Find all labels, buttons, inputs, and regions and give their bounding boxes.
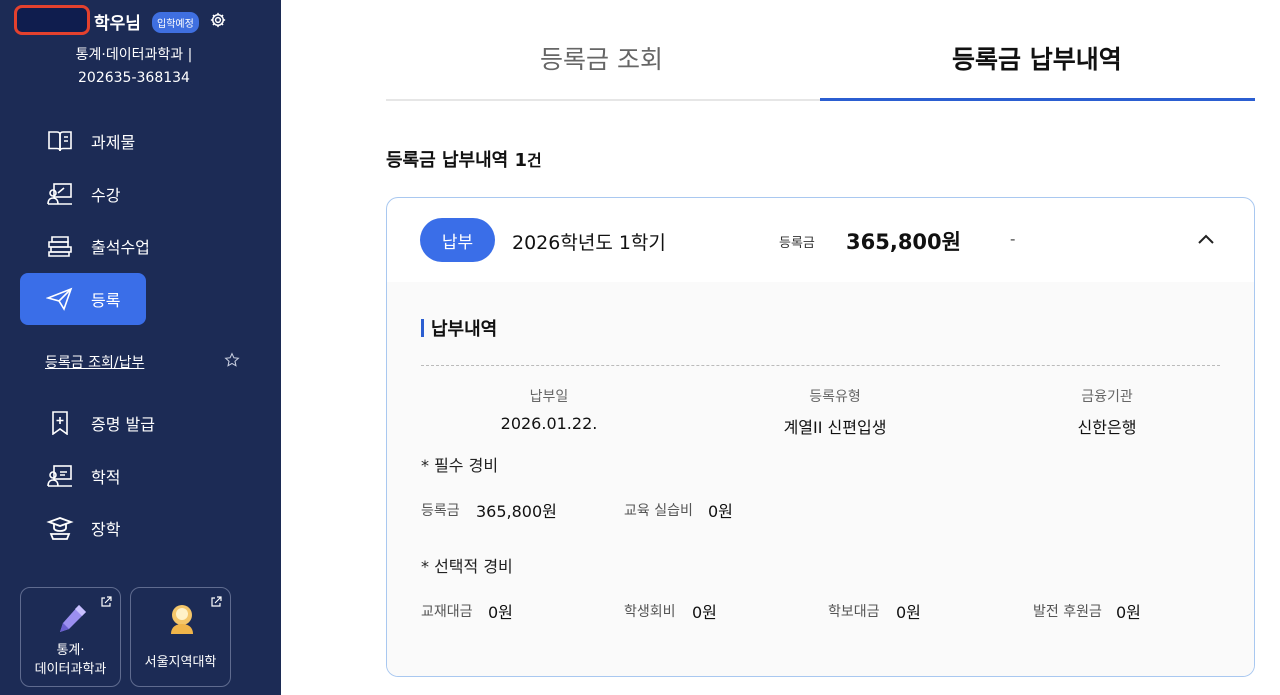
tab-tuition-payment-history[interactable]: 등록금 납부내역 — [952, 40, 1122, 76]
external-link-icon — [101, 596, 112, 607]
optional-fee-value: 0원 — [488, 603, 513, 622]
department-label: 통계·데이터과학과 | — [75, 47, 193, 63]
quick-link-department-label-2: 데이터과학과 — [34, 662, 107, 677]
pencil-icon — [60, 605, 86, 632]
gear-icon[interactable] — [209, 11, 227, 29]
section-marker — [421, 319, 424, 337]
nav-item-scholarship[interactable]: 장학 — [20, 502, 146, 554]
optional-fee-label: 교재대금 — [421, 604, 473, 620]
presentation-icon — [47, 465, 72, 487]
bookmark-plus-icon — [52, 411, 68, 435]
nav-label-scholarship: 장학 — [91, 520, 121, 539]
value-bank: 신한은행 — [1077, 418, 1137, 437]
optional-expense-title: * 선택적 경비 — [421, 557, 513, 576]
status-dash: - — [1010, 230, 1016, 248]
payment-status-badge: 납부 — [420, 218, 495, 262]
value-registration-type: 계열II 신편입생 — [783, 418, 887, 437]
required-fee-label: 교육 실습비 — [624, 503, 693, 519]
value-payment-date: 2026.01.22. — [500, 414, 598, 433]
required-fee-label: 등록금 — [421, 503, 460, 519]
optional-fee-value: 0원 — [1116, 603, 1141, 622]
required-expense-title: * 필수 경비 — [421, 456, 499, 475]
nav-item-registration[interactable]: 등록 — [20, 273, 146, 325]
header-bank: 금융기관 — [1081, 389, 1133, 405]
nav-item-certificate[interactable]: 증명 발급 — [20, 397, 155, 449]
nav-item-enrollment[interactable]: 수강 — [20, 168, 146, 220]
student-number: 202635-368134 — [78, 70, 190, 86]
quick-link-seoul-campus-label: 서울지역대학 — [144, 655, 217, 670]
optional-fee-label: 학생회비 — [624, 604, 676, 620]
required-fee-value: 0원 — [708, 502, 733, 521]
nav-item-academic-record[interactable]: 학적 — [20, 450, 146, 502]
redacted-user-name — [14, 5, 90, 35]
payment-history-count: 등록금 납부내역 1건 — [386, 146, 542, 172]
header-payment-date: 납부일 — [529, 389, 569, 405]
classroom-icon — [47, 183, 72, 205]
tab-tuition-inquiry[interactable]: 등록금 조회 — [540, 40, 663, 76]
tab-active-underline — [820, 98, 1255, 101]
optional-fee-label: 발전 후원금 — [1033, 604, 1102, 620]
dashed-divider — [421, 365, 1220, 366]
quick-link-seoul-campus[interactable]: 서울지역대학 — [130, 587, 231, 687]
star-icon[interactable] — [224, 352, 240, 368]
required-fee-value: 365,800원 — [476, 502, 557, 521]
tuition-label: 등록금 — [779, 236, 815, 251]
nav-item-attendance-class[interactable]: 출석수업 — [20, 220, 150, 272]
term-label: 2026학년도 1학기 — [512, 232, 666, 254]
optional-fee-value: 0원 — [896, 603, 921, 622]
nav-label-certificate: 증명 발급 — [91, 415, 155, 434]
tab-underline — [386, 99, 820, 101]
tuition-inquiry-link[interactable]: 등록금 조회/납부 — [45, 352, 144, 372]
user-name-suffix: 학우님 — [94, 14, 141, 34]
nav-label-registration: 등록 — [91, 291, 121, 310]
admission-badge: 입학예정 — [152, 12, 199, 33]
sidebar: 학우님 입학예정 통계·데이터과학과 | 202635-368134 과제물 수… — [0, 0, 281, 695]
tuition-amount: 365,800원 — [846, 230, 961, 254]
header-registration-type: 등록유형 — [809, 389, 861, 405]
nav-label-enrollment: 수강 — [91, 186, 121, 205]
nav-label-assignment: 과제물 — [91, 133, 136, 152]
external-link-icon — [211, 596, 222, 607]
nav-label-academic-record: 학적 — [91, 468, 121, 487]
optional-fee-label: 학보대금 — [828, 604, 880, 620]
count-unit: 건 — [527, 151, 542, 170]
quick-link-department[interactable]: 통계· 데이터과학과 — [20, 587, 121, 687]
quick-link-department-label-1: 통계· — [56, 643, 85, 658]
book-icon — [48, 131, 72, 152]
mascot-icon — [171, 605, 193, 634]
optional-fee-value: 0원 — [692, 603, 717, 622]
graduate-icon — [46, 517, 74, 540]
nav-item-assignment[interactable]: 과제물 — [20, 115, 146, 167]
paper-plane-icon — [46, 287, 73, 311]
nav-label-attendance-class: 출석수업 — [91, 238, 150, 257]
count-title-text: 등록금 납부내역 — [386, 150, 509, 171]
chevron-up-icon[interactable] — [1196, 231, 1216, 247]
section-title-payment-detail: 납부내역 — [431, 319, 498, 340]
books-stack-icon — [48, 236, 72, 257]
count-number: 1 — [514, 150, 527, 171]
